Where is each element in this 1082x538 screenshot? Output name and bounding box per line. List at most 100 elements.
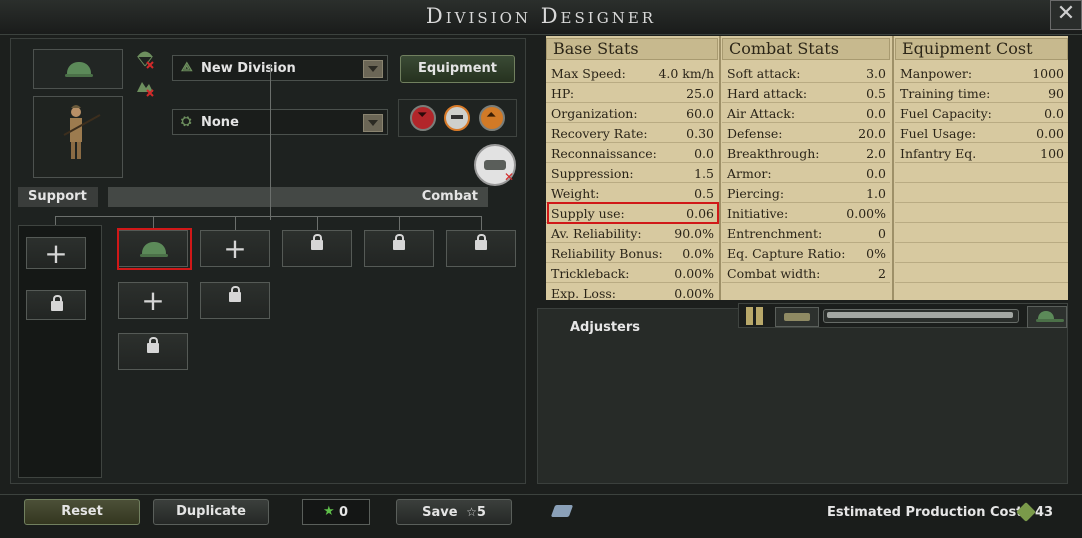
experience-value: 0	[339, 505, 349, 520]
stat-label: Recovery Rate:	[551, 126, 648, 141]
stat-value: 0.30	[686, 126, 714, 141]
support-label: Support	[28, 189, 87, 204]
stat-row-empty	[895, 203, 1068, 223]
save-label: Save	[422, 505, 458, 520]
connector-line	[270, 65, 271, 220]
chevron-down-icon: ⏷	[417, 108, 428, 123]
stat-row: Initiative: 0.00%	[722, 203, 890, 223]
stat-value: 1000	[1032, 66, 1064, 81]
window-title: Division Designer	[425, 4, 657, 28]
stat-row: Manpower: 1000	[895, 63, 1068, 83]
stat-row-empty	[895, 263, 1068, 283]
stat-value: 0.5	[866, 86, 886, 101]
stat-row: Reconnaissance: 0.0	[546, 143, 718, 163]
close-button[interactable]: ✕	[1050, 0, 1082, 30]
save-button[interactable]: Save ☆5	[396, 499, 512, 525]
combat-slot-locked	[200, 282, 270, 319]
adjuster-slider[interactable]	[823, 309, 1019, 323]
close-icon: ✕	[504, 170, 515, 184]
stat-label: Max Speed:	[551, 66, 626, 81]
plus-icon: +	[44, 237, 68, 270]
parachute-icon[interactable]	[135, 48, 155, 70]
combat-slot-add[interactable]: +	[200, 230, 270, 267]
adjusters-toolbar	[738, 303, 1068, 328]
connector-line	[399, 216, 400, 230]
priority-down-button[interactable]: ⏷	[410, 105, 436, 131]
stat-row-empty	[895, 183, 1068, 203]
reset-label: Reset	[61, 504, 103, 519]
stat-value: 0.0	[1044, 106, 1064, 121]
stat-row-empty	[895, 163, 1068, 183]
stat-value: 4.0 km/h	[658, 66, 714, 81]
chevron-down-icon[interactable]	[363, 114, 383, 132]
connector-line	[481, 216, 482, 230]
remove-tank-button[interactable]: ✕	[474, 144, 516, 186]
stat-label: HP:	[551, 86, 575, 101]
stat-label: Entrenchment:	[727, 226, 823, 241]
tank-icon	[484, 160, 506, 170]
stat-row-empty	[895, 223, 1068, 243]
stat-row: Fuel Capacity: 0.0	[895, 103, 1068, 123]
stat-label: Reliability Bonus:	[551, 246, 663, 261]
general-portrait[interactable]	[33, 96, 123, 178]
stat-value: 0.00%	[846, 206, 886, 221]
template-dropdown[interactable]: ⛭ None	[172, 109, 388, 135]
division-icon-slot[interactable]	[33, 49, 123, 89]
mountain-icon[interactable]	[135, 76, 155, 98]
stat-row: HP: 25.0	[546, 83, 718, 103]
chevron-down-icon[interactable]	[363, 60, 383, 78]
stat-row: Suppression: 1.5	[546, 163, 718, 183]
combat-stats-column: Combat Stats Soft attack: 3.0 Hard attack:…	[722, 36, 890, 300]
stat-value: 0.5	[694, 186, 714, 201]
stat-label: Training time:	[900, 86, 991, 101]
support-header: Support	[18, 187, 98, 207]
stat-value: 0.0	[866, 106, 886, 121]
division-name-dropdown[interactable]: ⟁ New Division	[172, 55, 388, 81]
binoculars-icon: ⛭	[181, 114, 192, 129]
tank-filter-button[interactable]	[775, 307, 819, 327]
priority-reset-button[interactable]	[444, 105, 470, 131]
duplicate-button[interactable]: Duplicate	[153, 499, 269, 525]
equipment-button[interactable]: Equipment	[400, 55, 515, 83]
connector-line	[55, 216, 482, 217]
stat-label: Manpower:	[900, 66, 973, 81]
stat-value: 25.0	[686, 86, 714, 101]
priority-up-button[interactable]: ⏶	[479, 105, 505, 131]
stat-label: Eq. Capture Ratio:	[727, 246, 846, 261]
infantry-filter-button[interactable]	[1027, 306, 1067, 328]
combat-stats-header: Combat Stats	[722, 38, 890, 60]
bottom-bar: Reset Duplicate ★ 0 Save ☆5 Estimated Pr…	[0, 494, 1082, 538]
production-cost-label: Estimated Production Cost:	[827, 505, 1028, 520]
combat-slot-add[interactable]: +	[118, 282, 188, 319]
stat-label: Weight:	[551, 186, 600, 201]
stat-row: Entrenchment: 0	[722, 223, 890, 243]
stat-label: Organization:	[551, 106, 638, 121]
stat-label: Trickleback:	[551, 266, 630, 281]
stat-row-empty	[722, 283, 890, 300]
column-divider	[892, 36, 894, 300]
combat-slot-locked	[364, 230, 434, 267]
stat-label: Fuel Capacity:	[900, 106, 992, 121]
stat-row: Reliability Bonus: 0.0%	[546, 243, 718, 263]
support-slot-add[interactable]: +	[26, 237, 86, 269]
stat-row: Weight: 0.5	[546, 183, 718, 203]
stat-value: 0.0%	[682, 246, 714, 261]
column-divider	[719, 36, 721, 300]
reset-button[interactable]: Reset	[24, 499, 140, 525]
support-slot-locked	[26, 290, 86, 320]
slider-track	[827, 312, 1013, 318]
stat-row: Infantry Eq. 100	[895, 143, 1068, 163]
grid-add-icon[interactable]	[746, 307, 764, 325]
stat-row: Hard attack: 0.5	[722, 83, 890, 103]
stat-row: Armor: 0.0	[722, 163, 890, 183]
division-name: New Division	[201, 61, 296, 76]
stat-value: 0	[878, 226, 886, 241]
base-stats-column: Base Stats Max Speed: 4.0 km/h HP: 25.0 Orga…	[546, 36, 718, 300]
stat-row: Breakthrough: 2.0	[722, 143, 890, 163]
priority-controls: ⏷ ⏶	[398, 99, 517, 137]
stat-label: Fuel Usage:	[900, 126, 977, 141]
equipment-label: Equipment	[417, 61, 498, 76]
stat-value: 100	[1040, 146, 1064, 161]
stat-label: Armor:	[727, 166, 772, 181]
duplicate-label: Duplicate	[176, 504, 246, 519]
